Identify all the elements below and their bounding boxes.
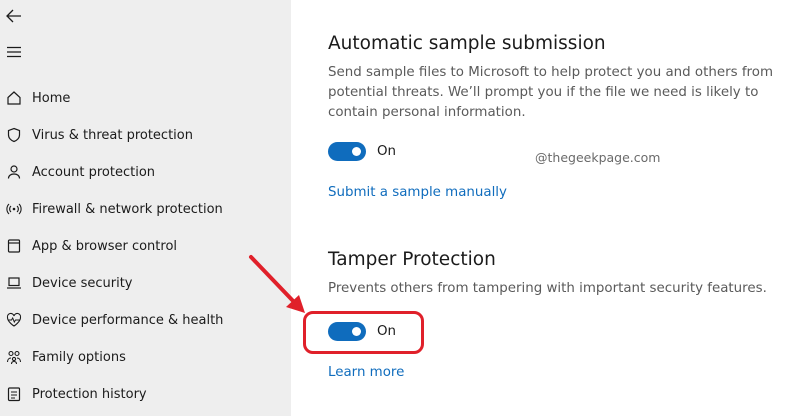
app-window-icon bbox=[5, 237, 23, 255]
sidebar-item-label: Virus & threat protection bbox=[32, 127, 193, 143]
back-arrow-icon[interactable] bbox=[4, 6, 24, 26]
sidebar-item-virus-threat-protection[interactable]: Virus & threat protection bbox=[0, 117, 291, 153]
sidebar-item-label: Device performance & health bbox=[32, 312, 224, 328]
heart-pulse-icon bbox=[5, 311, 23, 329]
history-icon bbox=[5, 385, 23, 403]
automatic-sample-title: Automatic sample submission bbox=[328, 33, 606, 54]
sidebar: Home Virus & threat protection Account p… bbox=[0, 0, 291, 416]
sidebar-item-label: Protection history bbox=[32, 386, 147, 402]
sidebar-item-family-options[interactable]: Family options bbox=[0, 339, 291, 375]
highlight-box bbox=[303, 311, 424, 354]
laptop-icon bbox=[5, 274, 23, 292]
red-arrow-annotation bbox=[249, 255, 305, 313]
shield-icon bbox=[5, 126, 23, 144]
sidebar-item-label: Home bbox=[32, 90, 71, 106]
automatic-sample-description: Send sample files to Microsoft to help p… bbox=[328, 65, 773, 120]
sidebar-item-label: Family options bbox=[32, 349, 126, 365]
sidebar-item-label: Firewall & network protection bbox=[32, 201, 223, 217]
person-icon bbox=[5, 163, 23, 181]
automatic-sample-toggle-label: On bbox=[377, 144, 397, 159]
sidebar-item-account-protection[interactable]: Account protection bbox=[0, 154, 291, 190]
sidebar-item-home[interactable]: Home bbox=[0, 80, 291, 116]
automatic-sample-toggle-row: On bbox=[328, 142, 396, 161]
learn-more-link[interactable]: Learn more bbox=[328, 365, 404, 380]
toggle-knob bbox=[352, 147, 361, 156]
watermark: @thegeekpage.com bbox=[535, 150, 661, 165]
tamper-protection-title: Tamper Protection bbox=[328, 249, 496, 270]
sidebar-item-protection-history[interactable]: Protection history bbox=[0, 376, 291, 412]
family-icon bbox=[5, 348, 23, 366]
home-icon bbox=[5, 89, 23, 107]
hamburger-menu-icon[interactable] bbox=[4, 42, 24, 62]
submit-sample-link[interactable]: Submit a sample manually bbox=[328, 185, 507, 200]
tamper-protection-description: Prevents others from tampering with impo… bbox=[328, 281, 767, 296]
sidebar-item-firewall-network-protection[interactable]: Firewall & network protection bbox=[0, 191, 291, 227]
sidebar-item-label: Account protection bbox=[32, 164, 156, 180]
sidebar-item-label: App & browser control bbox=[32, 238, 178, 254]
wifi-signal-icon bbox=[5, 200, 23, 218]
sidebar-item-label: Device security bbox=[32, 275, 133, 291]
automatic-sample-toggle[interactable] bbox=[328, 142, 366, 161]
